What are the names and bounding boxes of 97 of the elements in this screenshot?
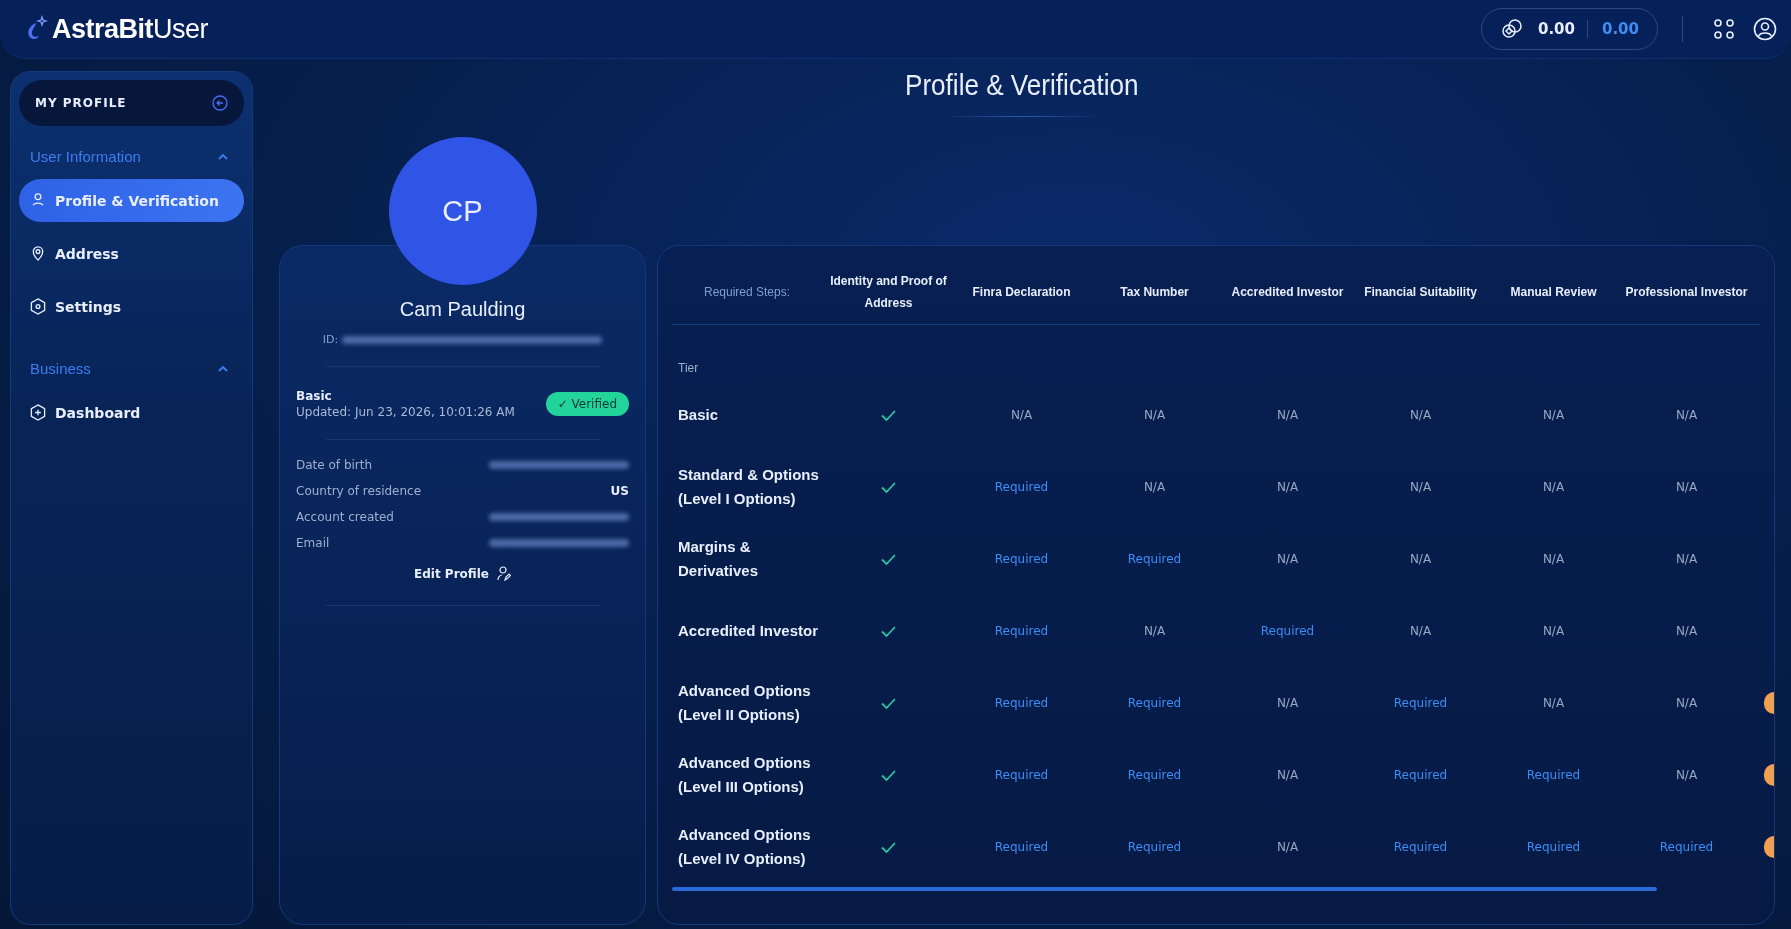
status-text: Required — [1526, 840, 1581, 854]
tier-name: Advanced Options (Level III Options) — [677, 753, 812, 797]
field-value: US — [610, 484, 629, 498]
status-text: Required — [1393, 696, 1448, 710]
status-text: N/A — [1542, 552, 1565, 566]
field-label: Email — [296, 536, 330, 550]
sidebar-item[interactable]: Dashboard — [19, 391, 244, 434]
status-text: Required — [1659, 840, 1714, 854]
coins-icon — [1499, 17, 1524, 41]
status-badge: ✓ Verified — [545, 392, 629, 416]
tier-name: Advanced Options (Level IV Options) — [677, 825, 812, 869]
field-label: Date of birth — [296, 458, 373, 472]
sidebar-item[interactable]: Settings — [19, 285, 244, 328]
status-text: N/A — [1409, 624, 1432, 638]
status-text: N/A — [1276, 696, 1299, 710]
status-text: N/A — [1675, 768, 1698, 782]
section-title: Business — [30, 360, 91, 377]
status-text: Required — [1526, 768, 1581, 782]
status-text: Required — [1127, 552, 1182, 566]
tier-name: Basic — [677, 405, 720, 425]
column-header: Identity and Proof of Address — [829, 273, 948, 312]
column-header: Required Steps: — [702, 284, 792, 301]
checkmark-icon — [881, 553, 896, 565]
status-text: N/A — [1143, 408, 1166, 422]
checkmark-icon — [881, 481, 896, 493]
status-text: N/A — [1409, 552, 1432, 566]
column-header: Accredited Investor — [1230, 284, 1345, 301]
status-text: N/A — [1276, 768, 1299, 782]
status-text: N/A — [1675, 624, 1698, 638]
section-title: User Information — [30, 148, 141, 165]
status-text: Required — [994, 696, 1049, 710]
status-text: Required — [994, 480, 1049, 494]
app-logo-text: AstraBitUser — [52, 13, 209, 45]
status-text: N/A — [1675, 480, 1698, 494]
sidebar-item[interactable]: Address — [19, 232, 244, 275]
status-text: Required — [1127, 840, 1182, 854]
status-text: Required — [1127, 696, 1182, 710]
status-text: N/A — [1143, 624, 1166, 638]
column-header: Tax Number — [1119, 284, 1190, 301]
status-text: N/A — [1675, 408, 1698, 422]
status-text: Required — [994, 768, 1049, 782]
column-header: Manual Review — [1509, 284, 1598, 301]
account-icon[interactable] — [1753, 17, 1777, 41]
checkmark-icon — [881, 841, 896, 853]
status-text: N/A — [1010, 408, 1033, 422]
status-text: Required — [1260, 624, 1315, 638]
status-text: N/A — [1409, 480, 1432, 494]
page-title: Profile & Verification — [905, 69, 1139, 102]
status-text: N/A — [1542, 480, 1565, 494]
status-text: N/A — [1276, 480, 1299, 494]
user-name: Cam Paulding — [398, 298, 527, 321]
id-label: ID: — [322, 333, 339, 346]
field-label: Country of residence — [296, 484, 422, 498]
balance-value: 0.00 — [1537, 20, 1588, 38]
horizontal-scrollbar[interactable] — [672, 887, 1657, 891]
tier-name: Margins & Derivatives — [677, 537, 760, 581]
apps-grid-icon[interactable] — [1713, 18, 1735, 40]
section-label: Tier — [678, 361, 700, 375]
tier-name: Accredited Investor — [677, 621, 820, 641]
balance-value: 0.00 — [1602, 20, 1639, 38]
checkmark-icon — [881, 697, 896, 709]
checkmark-icon — [881, 769, 896, 781]
status-text: Required — [994, 624, 1049, 638]
sidebar-title: MY PROFILE — [35, 96, 127, 110]
settings-icon — [30, 298, 46, 315]
status-text: N/A — [1276, 552, 1299, 566]
status-text: N/A — [1276, 840, 1299, 854]
column-header: Finra Declaration — [971, 284, 1072, 301]
status-text: N/A — [1542, 624, 1565, 638]
status-text: N/A — [1542, 696, 1565, 710]
field-label: Account created — [296, 510, 394, 524]
avatar-circle: CP — [388, 137, 537, 285]
status-text: N/A — [1143, 480, 1166, 494]
updated-time: Updated: Jun 23, 2026, 10:01:26 AM — [296, 405, 515, 419]
edit-profile-button[interactable]: Edit Profile — [408, 562, 517, 585]
status-text: Required — [994, 552, 1049, 566]
sidebar-section-header[interactable]: Business — [19, 338, 244, 391]
checkmark-icon — [881, 625, 896, 637]
status-text: Required — [1393, 768, 1448, 782]
status-text: N/A — [1276, 408, 1299, 422]
dashboard-icon — [30, 404, 46, 421]
status-text: N/A — [1675, 696, 1698, 710]
status-text: Required — [1393, 840, 1448, 854]
tier-name: Advanced Options (Level II Options) — [677, 681, 812, 725]
status-text: Required — [994, 840, 1049, 854]
status-text: N/A — [1409, 408, 1432, 422]
column-header: Financial Suitability — [1363, 284, 1478, 301]
sidebar-item[interactable]: Profile & Verification — [19, 179, 244, 222]
edit-user-icon — [496, 566, 511, 581]
tier-name: Standard & Options (Level I Options) — [677, 465, 820, 509]
status-text: Required — [1127, 768, 1182, 782]
status-text: N/A — [1675, 552, 1698, 566]
tier-name: Basic — [296, 389, 333, 403]
status-text: N/A — [1542, 408, 1565, 422]
checkmark-icon — [881, 409, 896, 421]
column-header: Professional Investor — [1624, 284, 1749, 301]
location-pin-icon — [30, 245, 46, 262]
